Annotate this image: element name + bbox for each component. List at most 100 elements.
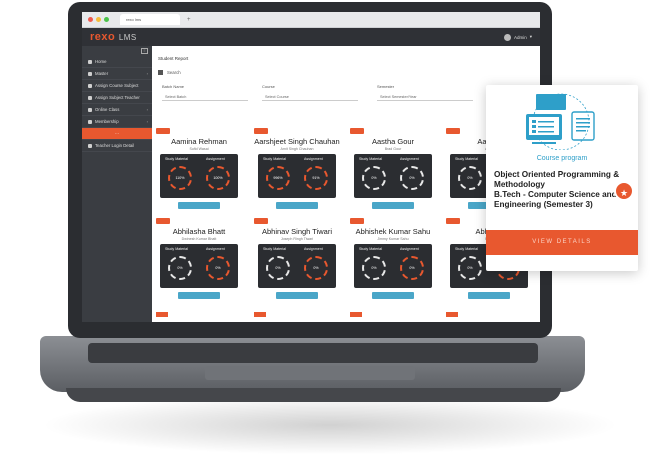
- study-material-label: Study Material: [359, 157, 382, 161]
- status-badge: [156, 128, 170, 134]
- study-material-value: 0%: [371, 266, 377, 270]
- filter-label-course: Course: [262, 84, 275, 89]
- star-badge-icon: ★: [614, 181, 634, 201]
- assignment-value: 91%: [312, 176, 320, 180]
- sidebar-item-assign-course-subject[interactable]: Assign Course Subject: [82, 80, 152, 92]
- sidebar-item-active[interactable]: ···: [82, 128, 152, 140]
- student-name: Aarshjeet Singh Chauhan: [254, 137, 340, 146]
- student-parent: Amit Singh Chauhan: [280, 147, 314, 151]
- sidebar-item-teacher-login-detail[interactable]: Teacher Login Detail: [82, 140, 152, 152]
- course-title-line: Engineering (Semester 3): [494, 200, 593, 209]
- chevron-right-icon: ›: [146, 71, 148, 76]
- student-card[interactable]: Abhilasha Bhatt Dwinesh Kumar Bhatt Study …: [156, 218, 242, 304]
- study-material-label: Study Material: [455, 157, 478, 161]
- chevron-right-icon: ›: [146, 119, 148, 124]
- study-material-value: 0%: [467, 266, 473, 270]
- assignment-label: Assignment: [206, 157, 225, 161]
- search-icon: [158, 70, 163, 75]
- assignment-value: 0%: [409, 266, 415, 270]
- study-material-value: 0%: [177, 266, 183, 270]
- assignment-value: 0%: [313, 266, 319, 270]
- assign-icon: [88, 83, 92, 88]
- student-card[interactable]: Abhishek Kumar Sahu Jimmy Kumar Sahu Study…: [350, 218, 436, 304]
- new-tab-icon[interactable]: +: [187, 17, 191, 23]
- student-card[interactable]: Aamina Rehman Sufid Wasai Study Material As…: [156, 128, 242, 214]
- browser-bar: rexo lms +: [82, 12, 540, 28]
- progress-panel: Study Material Assignment 0% 0%: [354, 244, 432, 288]
- study-material-label: Study Material: [455, 247, 478, 251]
- user-menu[interactable]: Admin ▾: [503, 33, 532, 41]
- view-details-button[interactable]: VIEW DETAILS: [486, 230, 638, 255]
- assignment-label: Assignment: [400, 157, 419, 161]
- status-badge: [350, 218, 364, 224]
- caret-down-icon: ▾: [529, 34, 532, 39]
- view-report-button[interactable]: [372, 292, 414, 299]
- sidebar-item-assign-subject-teacher[interactable]: Assign Subject Teacher: [82, 92, 152, 104]
- close-dot-icon[interactable]: [88, 17, 93, 22]
- sidebar-item-master[interactable]: Master ›: [82, 68, 152, 80]
- sidebar-item-membership[interactable]: Membership ›: [82, 116, 152, 128]
- sidebar-item-label: Online Class: [95, 107, 120, 112]
- semester-select[interactable]: Select Semester/Year: [377, 93, 473, 101]
- status-badge: [254, 128, 268, 134]
- sidebar-item-online-class[interactable]: Online Class ›: [82, 104, 152, 116]
- view-report-button[interactable]: [178, 292, 220, 299]
- status-badge: [446, 218, 460, 224]
- sidebar-toggle-icon[interactable]: ≡: [141, 48, 148, 54]
- assignment-value: 0%: [215, 266, 221, 270]
- assignment-value: 100%: [213, 176, 223, 180]
- laptop-screen: rexo lms + rexo LMS Admin ▾ ≡ Home Maste…: [82, 12, 540, 322]
- view-report-button[interactable]: [372, 202, 414, 209]
- study-material-gauge: 0%: [362, 256, 386, 280]
- status-badge: [254, 218, 268, 224]
- browser-tab[interactable]: rexo lms: [120, 14, 180, 25]
- app-logo[interactable]: rexo LMS: [90, 31, 137, 43]
- course-card[interactable]: Course program Object Oriented Programmi…: [486, 85, 638, 271]
- assignment-gauge: 0%: [400, 256, 424, 280]
- sidebar-item-label: Assign Subject Teacher: [95, 95, 140, 100]
- laptop-trackpad: [205, 366, 415, 380]
- view-report-button[interactable]: [276, 202, 318, 209]
- study-material-value: 0%: [275, 266, 281, 270]
- assignment-label: Assignment: [304, 157, 323, 161]
- view-report-button[interactable]: [276, 292, 318, 299]
- assignment-label: Assignment: [400, 247, 419, 251]
- sidebar-item-home[interactable]: Home: [82, 56, 152, 68]
- progress-panel: Study Material Assignment 0% 0%: [258, 244, 336, 288]
- sidebar: ≡ Home Master › Assign Course Subject Ass…: [82, 46, 152, 322]
- search-label: Search: [167, 70, 181, 75]
- page-title: Student Report: [158, 56, 189, 61]
- student-name: Aamina Rehman: [171, 137, 227, 146]
- hero-stage: rexo lms + rexo LMS Admin ▾ ≡ Home Maste…: [0, 0, 658, 467]
- student-card[interactable]: Aarshjeet Singh Chauhan Amit Singh Chauha…: [254, 128, 340, 214]
- study-material-gauge: 996%: [266, 166, 290, 190]
- course-title-line: Object Oriented Programming &: [494, 170, 620, 179]
- study-material-value: 110%: [175, 176, 185, 180]
- main-content: Student Report Search Batch Name Course …: [152, 46, 540, 322]
- maximize-dot-icon[interactable]: [104, 17, 109, 22]
- course-select[interactable]: Select Course: [262, 93, 358, 101]
- student-card[interactable]: Abhinav Singh Tiwari Joseph Ringh Tiwari S…: [254, 218, 340, 304]
- assignment-gauge: 0%: [304, 256, 328, 280]
- status-badge: [350, 128, 364, 134]
- laptop-keyboard: [88, 343, 538, 363]
- sidebar-item-label: ···: [114, 131, 120, 136]
- student-parent: Brad Gour: [384, 147, 402, 151]
- view-report-button[interactable]: [468, 292, 510, 299]
- assignment-gauge: 100%: [206, 166, 230, 190]
- study-material-gauge: 0%: [458, 256, 482, 280]
- student-card[interactable]: Aastha Gour Brad Gour Study Material Assign…: [350, 128, 436, 214]
- study-material-value: 0%: [467, 176, 473, 180]
- sidebar-item-label: Assign Course Subject: [95, 83, 139, 88]
- chevron-right-icon: ›: [146, 107, 148, 112]
- study-material-value: 0%: [371, 176, 377, 180]
- logo-sub: LMS: [118, 33, 137, 42]
- student-name: Abhinav Singh Tiwari: [261, 227, 333, 236]
- search-toggle[interactable]: Search: [158, 70, 181, 75]
- batch-select[interactable]: Select Batch: [162, 93, 248, 101]
- minimize-dot-icon[interactable]: [96, 17, 101, 22]
- student-parent: Sufid Wasai: [189, 147, 209, 151]
- assignment-gauge: 0%: [400, 166, 424, 190]
- filter-label-batch: Batch Name: [162, 84, 185, 89]
- view-report-button[interactable]: [178, 202, 220, 209]
